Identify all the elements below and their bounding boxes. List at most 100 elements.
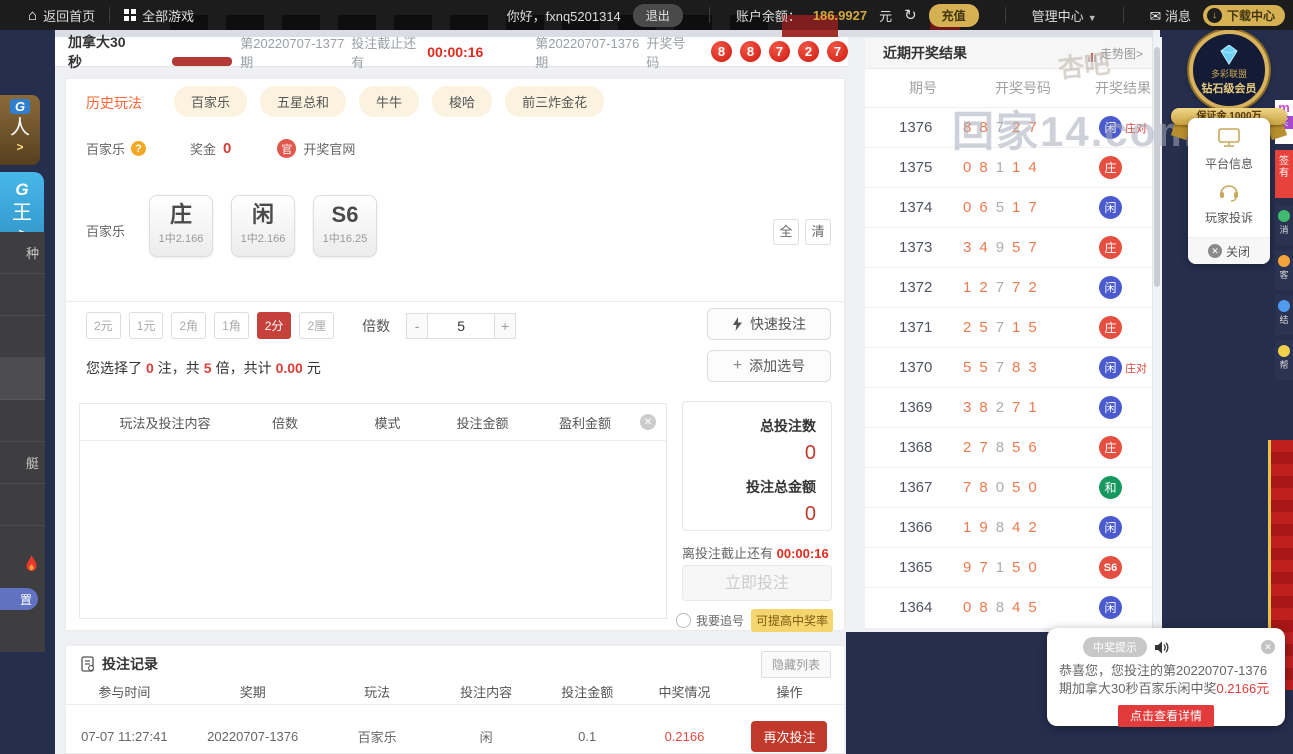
edge-widget-4[interactable]: 帮 [1275,340,1293,380]
result-ball: 7 [827,41,848,62]
edge-widget-3[interactable]: 结 [1275,295,1293,335]
result-ball: 7 [769,41,790,62]
bet-slip-header: 玩法及投注内容 倍数 模式 投注金额 盈利金额 ✕ [80,404,666,441]
menu-item[interactable]: 种 [0,232,45,274]
home-link[interactable]: ⌂ 返回首页 [28,6,95,25]
result-row: 1366 19842 闲 [865,508,1153,548]
result-row: 1375 08114 庄 [865,148,1153,188]
close-panel-button[interactable]: ✕ 关闭 [1188,237,1270,264]
menu-item[interactable] [0,484,45,526]
close-toast-icon[interactable]: ✕ [1261,640,1275,654]
platform-info-button[interactable]: 平台信息 [1188,118,1270,172]
trend-chart-link[interactable]: 走势图> [1087,45,1143,62]
unit-2yuan[interactable]: 2元 [86,312,121,339]
all-games-link[interactable]: 全部游戏 [124,6,194,25]
bet-option-s6[interactable]: S6 1中16.25 [313,195,377,257]
total-bet-amount: 0 [804,503,816,525]
tab-baccarat[interactable]: 百家乐 [174,86,248,117]
floating-info-panel: 平台信息 玩家投诉 ✕ 关闭 [1188,118,1270,264]
result-badge: 闲 [1099,356,1122,379]
submit-bet-button[interactable]: 立即投注 [682,565,832,601]
refresh-balance-icon[interactable]: ↻ [904,6,917,24]
game-badge-ren[interactable]: G 人 > [0,95,40,165]
yellow-icon [1278,345,1290,357]
multiplier-minus-button[interactable]: - [406,312,429,339]
edge-widget-1[interactable]: 消 [1275,205,1293,245]
left-game-menu: 种 艇 置 [0,232,45,652]
menu-pill[interactable]: 置 [0,588,38,610]
menu-item-active[interactable] [0,358,45,400]
grid-icon [124,9,137,21]
result-row: 1367 78050 和 [865,468,1153,508]
results-header-row: 期号 开奖号码 开奖结果 [865,69,1153,108]
official-site-link[interactable]: 开奖官网 [303,139,355,158]
hide-list-button[interactable]: 隐藏列表 [760,651,831,678]
win-notification-toast: 中奖提示 ✕ 恭喜您，您投注的第20220707-1376期加拿大30秒百家乐闲… [1047,628,1285,727]
view-details-button[interactable]: 点击查看详情 [1118,705,1214,727]
totals-box: 总投注数 0 投注总金额 0 [682,401,832,531]
multiplier-input[interactable] [428,312,495,339]
menu-item[interactable] [0,274,45,316]
result-badge: 庄 [1099,316,1122,339]
help-icon[interactable]: ? [131,141,147,156]
select-all-button[interactable]: 全 [773,219,799,245]
speaker-icon[interactable] [1155,641,1169,654]
deadline-label: 投注截止还有 [351,35,417,70]
player-complaint-button[interactable]: 玩家投诉 [1188,172,1270,226]
result-ball: 2 [798,41,819,62]
bet-records-panel: 投注记录 隐藏列表 参与时间 奖期 玩法 投注内容 投注金额 中奖情况 操作 0… [65,645,845,754]
logout-button[interactable]: 退出 [632,3,683,27]
current-issue: 第20220707-1377期 [240,35,345,70]
tab-stud[interactable]: 梭哈 [432,86,493,117]
official-icon: 官 [277,139,297,158]
unit-2jiao[interactable]: 2角 [171,312,207,339]
tab-front3-poker[interactable]: 前三炸金花 [505,86,605,117]
previous-issue: 第20220707-1376期 [535,35,640,70]
divider [1004,7,1006,23]
slip-deadline: 离投注截止还有 00:00:16 [682,546,829,561]
bet-option-banker[interactable]: 庄 1中2.166 [149,195,213,257]
flame-icon [26,555,37,571]
unit-2fen-active[interactable]: 2分 [256,312,292,339]
headset-icon [1220,185,1238,202]
result-row: 1370 55783 闲 庄对 [865,348,1153,388]
unit-1jiao[interactable]: 1角 [214,312,249,339]
tab-niuniu[interactable]: 牛牛 [359,86,420,117]
chase-checkbox[interactable] [676,613,691,628]
tab-history-play[interactable]: 历史玩法 [86,93,142,113]
rebet-button[interactable]: 再次投注 [751,721,828,752]
quick-bet-button[interactable]: 快速投注 [707,308,831,340]
menu-item[interactable] [0,316,45,358]
play-tabs: 百家乐 五星总和 牛牛 梭哈 前三炸金花 [174,86,605,117]
close-icon: ✕ [1207,244,1222,258]
download-label: 下载中心 [1226,8,1275,23]
result-badge: 闲 [1099,196,1122,219]
bet-option-player[interactable]: 闲 1中2.166 [231,195,295,257]
unit-1yuan[interactable]: 1元 [128,312,164,339]
clear-button[interactable]: 清 [805,219,831,245]
win-tip-tag: 中奖提示 [1083,637,1147,657]
recent-results-panel: 近期开奖结果 走势图> 期号 开奖号码 开奖结果 1376 88727 闲 庄对… [865,38,1153,628]
record-issue: 20220707-1376 [207,729,299,744]
result-row: 1376 88727 闲 庄对 [865,108,1153,148]
record-icon [81,656,94,672]
tab-five-star-sum[interactable]: 五星总和 [260,86,347,117]
unit-2li[interactable]: 2厘 [299,312,335,339]
scrollbar-track[interactable] [1152,37,1162,633]
add-selection-button[interactable]: + 添加选号 [707,350,831,382]
admin-center-menu[interactable]: 管理中心 ▼ [1032,6,1097,25]
menu-item[interactable] [0,400,45,442]
edge-widget-2[interactable]: 客 [1275,250,1293,290]
divider [66,301,844,302]
edge-widget-signin[interactable]: 签有 [1275,150,1293,198]
admin-center-label: 管理中心 [1031,8,1084,24]
download-center-button[interactable]: ↓ 下载中心 [1202,4,1285,26]
recharge-button[interactable]: 充值 [928,3,979,27]
scrollbar-thumb[interactable] [1154,47,1160,287]
messages-link[interactable]: ✉ 消息 [1150,6,1191,25]
menu-item[interactable]: 艇 [0,442,45,484]
clear-slip-icon[interactable]: ✕ [640,414,656,430]
chevron-right-icon: > [16,140,24,154]
multiplier-plus-button[interactable]: + [494,312,517,339]
record-win: 0.2166 [664,729,705,744]
